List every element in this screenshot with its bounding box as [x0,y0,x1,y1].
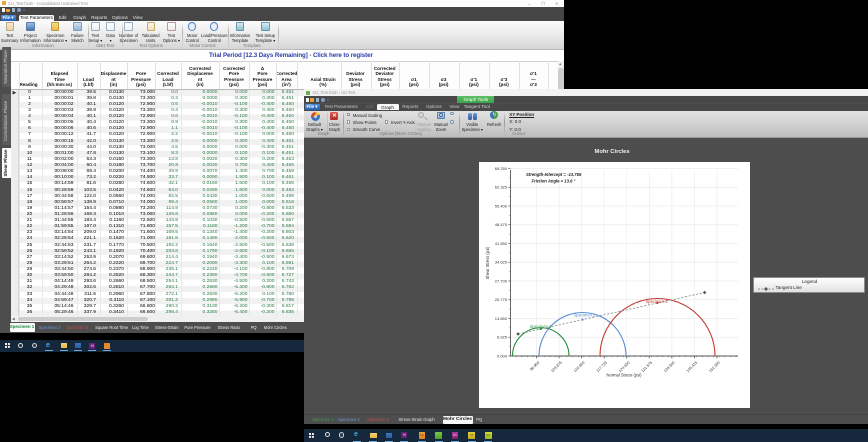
svg-text:Specimen 3: Specimen 3 [646,299,668,304]
svg-text:Specimen 2: Specimen 2 [574,312,596,317]
svg-text:Shear Stress (psi): Shear Stress (psi) [485,246,490,279]
svg-text:41.550: 41.550 [495,241,508,246]
svg-text:48.475: 48.475 [495,222,508,227]
svg-text:Friction Angle = 13.6 °: Friction Angle = 13.6 ° [532,178,576,183]
svg-text:62.325: 62.325 [495,185,508,190]
svg-text:Normal Stress (psi): Normal Stress (psi) [606,373,642,378]
svg-text:69.250: 69.250 [495,166,508,171]
svg-text:34.625: 34.625 [495,260,508,265]
svg-text:Strength-Intercept = -13.755: Strength-Intercept = -13.755 [526,172,582,177]
svg-text:20.775: 20.775 [495,297,508,302]
svg-text:55.400: 55.400 [495,203,508,208]
svg-text:Specimen 1: Specimen 1 [530,324,552,329]
svg-text:13.850: 13.850 [495,316,508,321]
svg-text:6.925: 6.925 [497,335,508,340]
svg-text:0.000: 0.000 [497,353,508,358]
svg-text:27.700: 27.700 [495,278,508,283]
